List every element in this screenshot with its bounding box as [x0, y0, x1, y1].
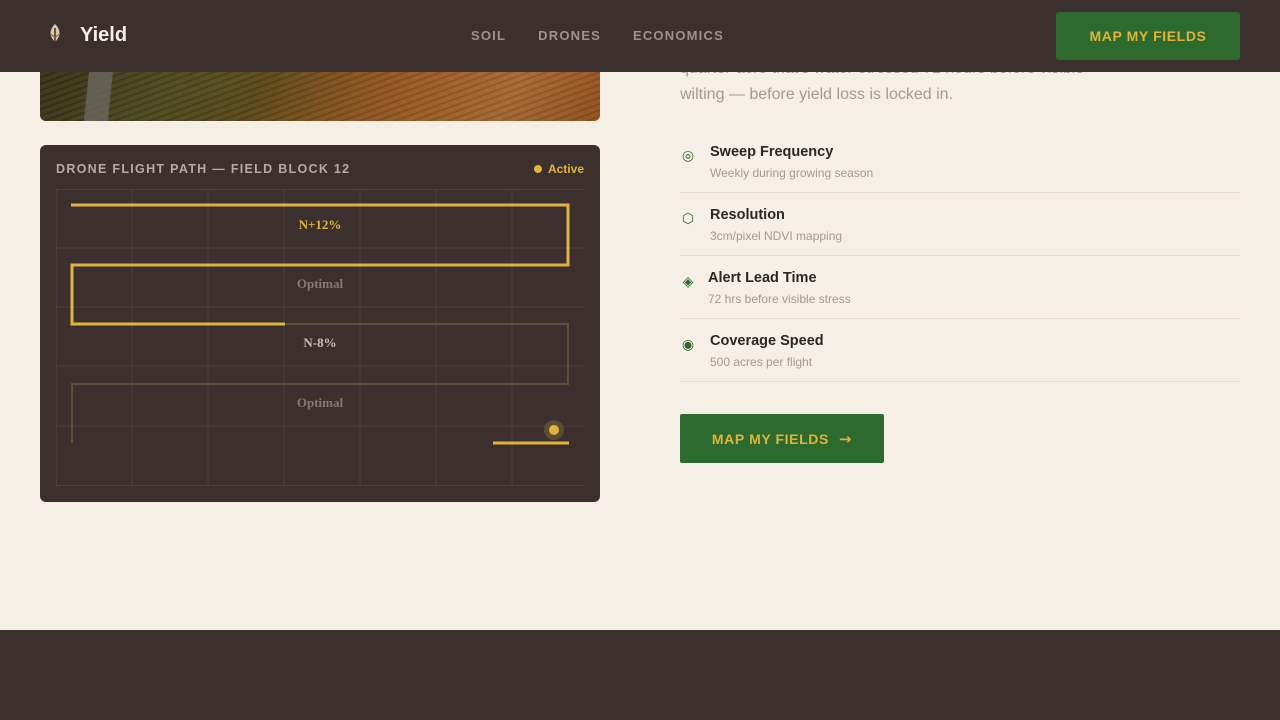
- feature-subtitle: 3cm/pixel NDVI mapping: [710, 229, 843, 243]
- zone-label-optimal-2: Optimal: [297, 395, 344, 410]
- nav-link-economics[interactable]: ECONOMICS: [633, 28, 724, 43]
- hexagon-icon: ⬡: [681, 211, 695, 227]
- feature-title: Resolution: [710, 207, 785, 223]
- map-my-fields-label: MAP MY FIELDS: [711, 430, 829, 447]
- arrow-right-icon: →: [838, 429, 853, 448]
- feature-item-alert-lead-time: ◈ Alert Lead Time 72 hrs before visible …: [680, 256, 1240, 319]
- feature-title: Sweep Frequency: [710, 144, 834, 160]
- status-dot-icon: [533, 165, 542, 173]
- brand[interactable]: Yield: [44, 22, 127, 48]
- zone-label-n-minus: N-8%: [303, 335, 336, 350]
- target-icon: ◎: [681, 148, 695, 164]
- nav-link-soil[interactable]: SOIL: [471, 28, 506, 43]
- footer-section: [0, 630, 1280, 720]
- main-nav: SOIL DRONES ECONOMICS: [471, 28, 724, 43]
- drone-flight-path-card: DRONE FLIGHT PATH — FIELD BLOCK 12 Activ…: [40, 145, 600, 502]
- nav-link-drones[interactable]: DRONES: [538, 28, 601, 43]
- status-label: Active: [547, 162, 584, 176]
- leaf-logo-icon: [49, 24, 61, 46]
- feature-title: Coverage Speed: [710, 333, 824, 349]
- zone-label-n-plus: N+12%: [299, 217, 342, 232]
- feature-item-resolution: ⬡ Resolution 3cm/pixel NDVI mapping: [680, 193, 1240, 256]
- zone-label-optimal-1: Optimal: [297, 276, 344, 291]
- drone-marker-icon[interactable]: [549, 425, 559, 435]
- radio-dot-icon: ◉: [681, 337, 695, 353]
- feature-list: ◎ Sweep Frequency Weekly during growing …: [680, 130, 1240, 382]
- feature-subtitle: Weekly during growing season: [710, 166, 874, 180]
- flight-path-map: N+12% Optimal N-8% Optimal: [56, 189, 584, 486]
- top-nav-bar: Yield SOIL DRONES ECONOMICS MAP MY FIELD…: [0, 0, 1280, 72]
- feature-item-sweep-frequency: ◎ Sweep Frequency Weekly during growing …: [680, 130, 1240, 193]
- status-indicator: Active: [533, 162, 584, 176]
- map-my-fields-header-button[interactable]: MAP MY FIELDS: [1056, 12, 1240, 60]
- feature-subtitle: 72 hrs before visible stress: [708, 292, 851, 306]
- feature-item-coverage-speed: ◉ Coverage Speed 500 acres per flight: [680, 319, 1240, 382]
- diamond-icon: ◈: [682, 274, 694, 290]
- map-my-fields-button[interactable]: MAP MY FIELDS →: [680, 414, 884, 463]
- card-title: DRONE FLIGHT PATH — FIELD BLOCK 12: [56, 162, 351, 176]
- feature-title: Alert Lead Time: [708, 270, 817, 286]
- feature-subtitle: 500 acres per flight: [710, 355, 813, 369]
- brand-name: Yield: [80, 23, 128, 46]
